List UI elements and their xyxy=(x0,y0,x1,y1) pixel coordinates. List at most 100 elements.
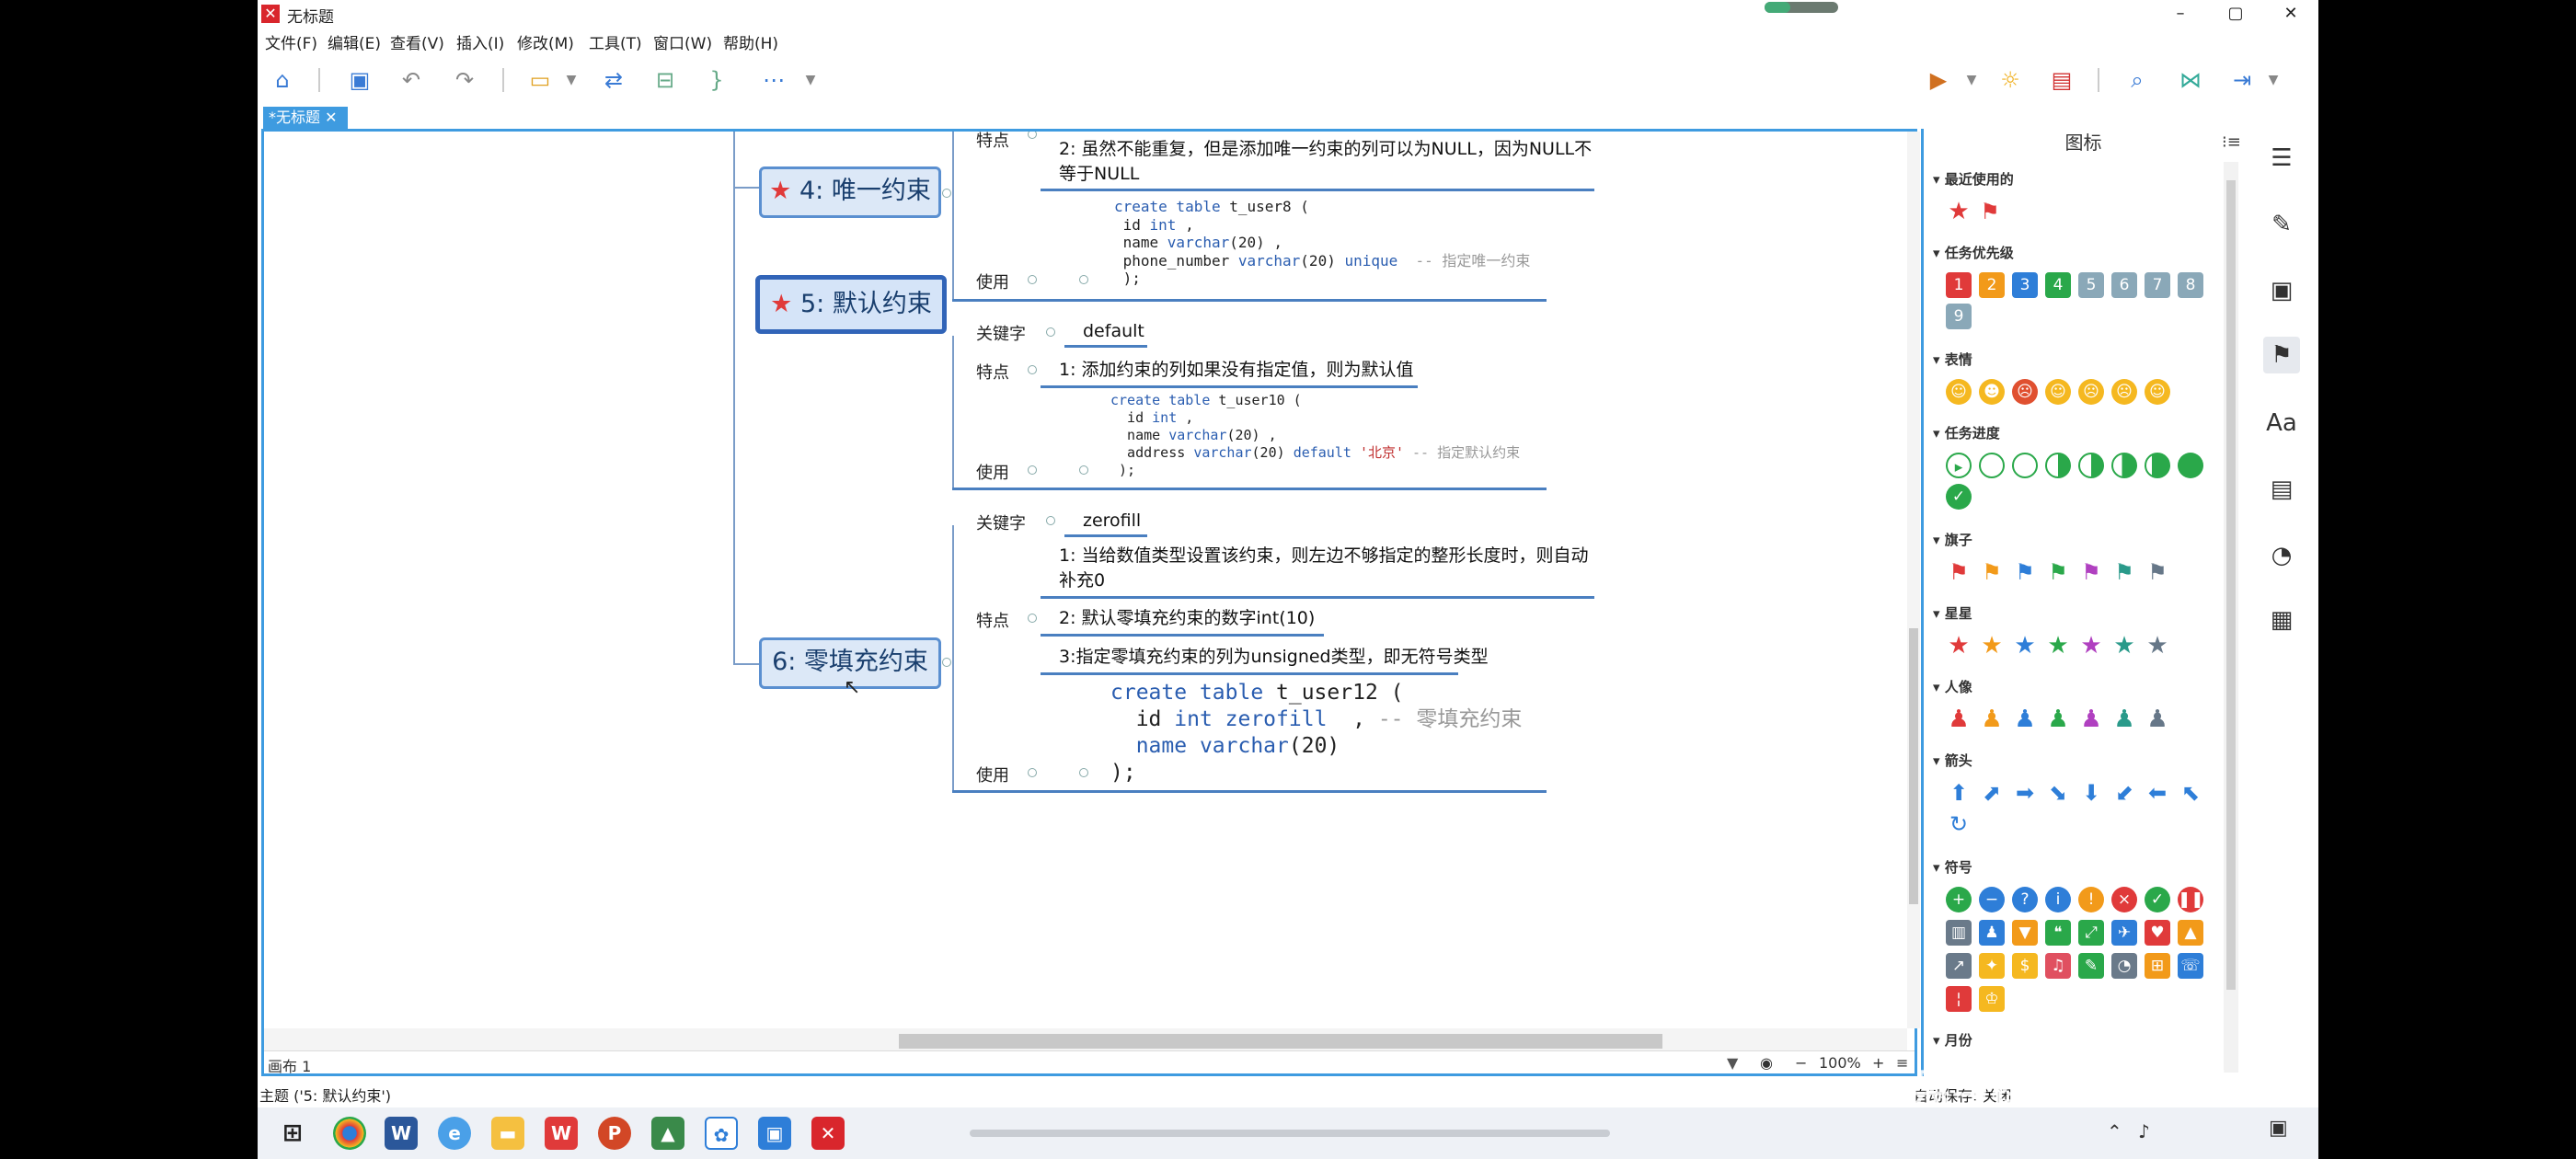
collapse-icon[interactable] xyxy=(1079,465,1088,475)
arrow-down-right-icon[interactable]: ⬊ xyxy=(2045,780,2071,806)
gray-flag-icon[interactable]: ⚑ xyxy=(2145,559,2170,585)
cry-icon[interactable]: ☹ xyxy=(2078,379,2104,405)
home-icon[interactable]: ⌂ xyxy=(267,64,298,96)
warning-icon[interactable]: ! xyxy=(2078,887,2104,912)
format-brush-icon[interactable]: ✎ xyxy=(2263,206,2300,243)
priority-6-icon[interactable]: 6 xyxy=(2111,272,2137,298)
red-flag-icon[interactable]: ⚑ xyxy=(1946,559,1972,585)
purple-star-icon[interactable]: ★ xyxy=(2078,633,2104,659)
phone-icon[interactable]: ☏ xyxy=(2178,953,2203,979)
arrow-left-icon[interactable]: ⬅ xyxy=(2145,780,2170,806)
summary-icon[interactable]: ⊟ xyxy=(650,64,681,96)
teal-star-icon[interactable]: ★ xyxy=(2111,633,2137,659)
menu-icon[interactable]: ≡ xyxy=(1896,1054,1908,1072)
menu-view[interactable]: 查看(V) xyxy=(390,30,444,53)
progress-start-icon[interactable]: ▸ xyxy=(1946,453,1972,478)
arrow-down-left-icon[interactable]: ⬋ xyxy=(2111,780,2137,806)
section-symbols[interactable]: ▾ 符号 xyxy=(1933,857,1972,877)
priority-9-icon[interactable]: 9 xyxy=(1946,304,1972,329)
collapse-icon[interactable] xyxy=(1079,768,1088,777)
section-arrows[interactable]: ▾ 箭头 xyxy=(1933,751,1972,770)
mindmap-canvas[interactable]: ★ 4: 唯一约束 特点 2: 虽然不能重复，但是添加唯一约束的列可以为NULL… xyxy=(264,132,1907,1028)
zoom-in-button[interactable]: + xyxy=(1872,1054,1884,1072)
thumb-down-icon[interactable]: ▼ xyxy=(2012,920,2038,946)
blue-flag-icon[interactable]: ⚑ xyxy=(2012,559,2038,585)
search-icon[interactable]: ⌕ xyxy=(2122,64,2153,96)
orange-star-icon[interactable]: ★ xyxy=(1979,633,2005,659)
powerpoint-icon[interactable]: P xyxy=(598,1117,631,1150)
orange-flag-icon[interactable]: ⚑ xyxy=(1979,559,2005,585)
green-flag-icon[interactable]: ⚑ xyxy=(2045,559,2071,585)
arrow-up-right-icon[interactable]: ⬈ xyxy=(1979,780,2005,806)
tab-untitled[interactable]: *无标题 ✕ xyxy=(263,107,348,129)
star-icon[interactable]: ★ xyxy=(1946,199,1972,224)
refresh-icon[interactable]: ↻ xyxy=(1946,811,1972,837)
progress-3-8-icon[interactable] xyxy=(2045,453,2071,478)
arrow-right-icon[interactable]: ➡ xyxy=(2012,780,2038,806)
chart-icon[interactable]: ▥ xyxy=(1946,920,1972,946)
collapse-icon[interactable] xyxy=(1028,275,1037,284)
medal-icon[interactable]: ✦ xyxy=(1979,953,2005,979)
arrow-up-left-icon[interactable]: ⬉ xyxy=(2178,780,2203,806)
relationship-icon[interactable]: ⇄ xyxy=(598,64,629,96)
window-app-icon[interactable]: ▣ xyxy=(758,1117,791,1150)
outline-icon[interactable]: ▤ xyxy=(2046,64,2077,96)
thermometer-icon[interactable]: ¦ xyxy=(1946,986,1972,1012)
laugh-icon[interactable]: ☻ xyxy=(1979,379,2005,405)
priority-3-icon[interactable]: 3 xyxy=(2012,272,2038,298)
browser-icon[interactable]: e xyxy=(438,1117,471,1150)
panel-menu-icon[interactable]: ⁝≡ xyxy=(2222,132,2241,152)
progress-5-8-icon[interactable] xyxy=(2111,453,2137,478)
task-icon[interactable]: ▦ xyxy=(2263,602,2300,638)
minimize-button[interactable]: – xyxy=(2153,0,2208,28)
section-emoji[interactable]: ▾ 表情 xyxy=(1933,350,1972,369)
topic-default-constraint[interactable]: ★ 5: 默认约束 xyxy=(755,275,947,334)
scroll-thumb[interactable] xyxy=(2226,180,2236,990)
presentation-icon[interactable]: ▶ xyxy=(1923,64,1954,96)
image-icon[interactable]: ▣ xyxy=(2263,272,2300,309)
sad-icon[interactable]: ☹ xyxy=(2111,379,2137,405)
progress-7-8-icon[interactable] xyxy=(2178,453,2203,478)
close-icon[interactable]: ✕ xyxy=(325,109,337,126)
priority-7-icon[interactable]: 7 xyxy=(2145,272,2170,298)
dollar-icon[interactable]: $ xyxy=(2012,953,2038,979)
priority-8-icon[interactable]: 8 xyxy=(2178,272,2203,298)
collapse-icon[interactable] xyxy=(1028,465,1037,475)
wps-icon[interactable]: W xyxy=(545,1117,578,1150)
progress-done-icon[interactable]: ✓ xyxy=(1946,484,1972,510)
redo-icon[interactable]: ↷ xyxy=(449,64,480,96)
trophy-icon[interactable]: ♔ xyxy=(1979,986,2005,1012)
flag-icon[interactable]: ⚑ xyxy=(1977,199,2003,224)
section-people[interactable]: ▾ 人像 xyxy=(1933,677,1972,696)
chevron-down-icon[interactable]: ▼ xyxy=(2258,64,2289,96)
trend-icon[interactable]: ↗ xyxy=(1946,953,1972,979)
pen-icon[interactable]: ✎ xyxy=(2078,953,2104,979)
video-seek-bar[interactable] xyxy=(970,1130,1610,1137)
progress-half-icon[interactable] xyxy=(2078,453,2104,478)
horizontal-scrollbar[interactable] xyxy=(264,1028,1907,1050)
check-icon[interactable]: ✓ xyxy=(2145,887,2170,912)
eye-icon[interactable]: ◉ xyxy=(1760,1054,1773,1072)
word-icon[interactable]: W xyxy=(385,1117,418,1150)
surprise-icon[interactable]: ☺ xyxy=(2045,379,2071,405)
section-progress[interactable]: ▾ 任务进度 xyxy=(1933,423,2000,442)
cart-icon[interactable]: ⊞ xyxy=(2145,953,2170,979)
xmind-taskbar-icon[interactable]: ✕ xyxy=(811,1117,845,1150)
network-icon[interactable]: ✿ xyxy=(705,1117,738,1150)
collapse-icon[interactable] xyxy=(1046,327,1055,337)
priority-1-icon[interactable]: 1 xyxy=(1946,272,1972,298)
angry-icon[interactable]: ☹ xyxy=(2012,379,2038,405)
collapse-icon[interactable] xyxy=(942,658,951,667)
blue-star-icon[interactable]: ★ xyxy=(2012,633,2038,659)
lightbulb-icon[interactable]: ☼ xyxy=(1995,64,2026,96)
music-icon[interactable]: ♫ xyxy=(2045,953,2071,979)
cross-icon[interactable]: × xyxy=(2111,887,2137,912)
people-icon[interactable]: ♟ xyxy=(1979,920,2005,946)
collapse-icon[interactable] xyxy=(1028,614,1037,623)
export-icon[interactable]: ⇥ xyxy=(2226,64,2258,96)
icon-flag-tab-icon[interactable]: ⚑ xyxy=(2263,337,2300,373)
collapse-icon[interactable] xyxy=(942,189,951,198)
thumb-up-icon[interactable]: ▲ xyxy=(2178,920,2203,946)
purple-flag-icon[interactable]: ⚑ xyxy=(2078,559,2104,585)
smile-icon[interactable]: ☺ xyxy=(1946,379,1972,405)
